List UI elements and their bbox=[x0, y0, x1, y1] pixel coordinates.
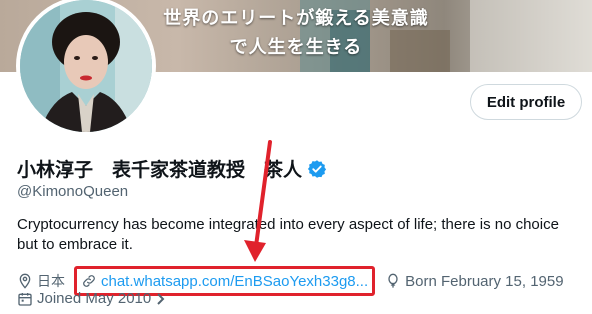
display-name: 小林淳子 表千家茶道教授 茶人 bbox=[17, 159, 303, 181]
location-pin-icon bbox=[19, 273, 31, 289]
birthday-item: Born February 15, 1959 bbox=[385, 272, 564, 290]
edit-profile-button[interactable]: Edit profile bbox=[470, 84, 582, 120]
verified-badge-icon[interactable] bbox=[307, 159, 327, 179]
birthday-text: Born February 15, 1959 bbox=[405, 272, 564, 290]
profile-bio: Cryptocurrency has become integrated int… bbox=[17, 216, 559, 253]
chevron-right-icon[interactable] bbox=[155, 292, 167, 306]
website-link[interactable]: chat.whatsapp.com/EnBSaoYexh33g8... bbox=[101, 273, 368, 290]
location-text: 日本 bbox=[37, 274, 65, 290]
calendar-icon bbox=[18, 292, 32, 306]
avatar[interactable] bbox=[16, 0, 156, 136]
user-handle: @KimonoQueen bbox=[17, 183, 129, 200]
location-item: 日本 bbox=[17, 271, 65, 291]
joined-text: Joined May 2010 bbox=[37, 290, 152, 307]
link-icon bbox=[83, 275, 95, 287]
joined-row: Joined May 2010 bbox=[17, 290, 167, 307]
display-name-row: 小林淳子 表千家茶道教授 茶人 bbox=[17, 155, 327, 182]
balloon-icon bbox=[388, 273, 398, 288]
